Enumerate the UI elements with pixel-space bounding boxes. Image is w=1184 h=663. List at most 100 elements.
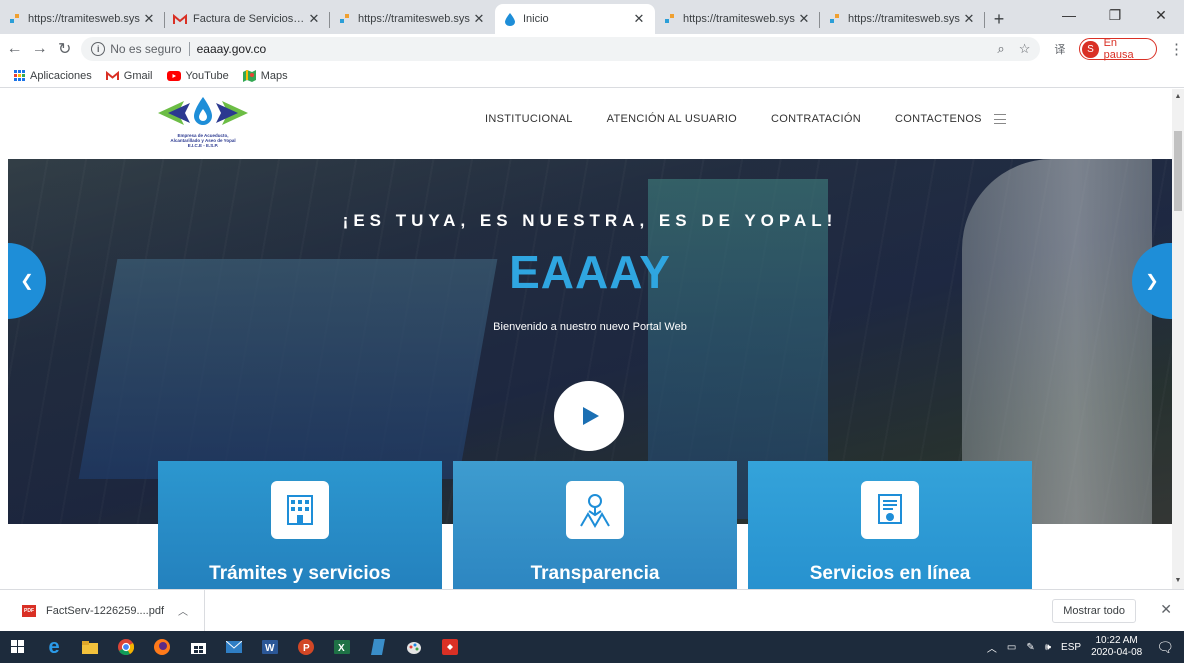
avatar: S xyxy=(1082,40,1099,58)
security-indicator[interactable]: No es seguro xyxy=(110,42,181,56)
word-icon[interactable]: W xyxy=(252,631,288,663)
scroll-down-icon[interactable]: ▼ xyxy=(1172,575,1184,587)
card-transparencia[interactable]: Transparencia xyxy=(453,461,737,589)
site-logo[interactable]: Empresa de Acueducto, Alcantarillado y A… xyxy=(148,95,258,155)
play-video-button[interactable] xyxy=(554,381,624,451)
notes-app-icon[interactable] xyxy=(360,631,396,663)
close-tab-icon[interactable]: ✕ xyxy=(471,11,487,27)
edge-icon[interactable]: e xyxy=(36,631,72,663)
page-viewport: Empresa de Acueducto, Alcantarillado y A… xyxy=(0,89,1172,589)
bookmark-star-icon[interactable]: ☆ xyxy=(1019,41,1031,57)
language-indicator[interactable]: ESP xyxy=(1061,642,1081,653)
bookmark-maps[interactable]: Maps xyxy=(242,69,288,82)
restore-icon[interactable]: ❐ xyxy=(1092,0,1138,30)
hero-welcome: Bienvenido a nuestro nuevo Portal Web xyxy=(493,321,687,333)
network-icon[interactable]: ▭ xyxy=(1007,642,1016,653)
nav-contratacion[interactable]: CONTRATACIÓN xyxy=(771,113,861,125)
building-icon xyxy=(271,481,329,539)
hero-brand: EAAAY xyxy=(509,246,671,298)
paint-icon[interactable] xyxy=(396,631,432,663)
notifications-icon[interactable]: 🗨 xyxy=(1156,639,1174,656)
address-bar[interactable]: i No es seguro eaaay.gov.co ⌕ ☆ xyxy=(81,37,1041,61)
svg-text:P: P xyxy=(303,643,310,654)
tab-strip: https://tramitesweb.sys ✕ Factura de Ser… xyxy=(0,0,1184,34)
translate-extension-icon[interactable]: 译 xyxy=(1054,41,1065,57)
url-text[interactable]: eaaay.gov.co xyxy=(197,42,267,56)
browser-tab[interactable]: Factura de Servicios Pu ✕ xyxy=(165,4,330,34)
bookmark-youtube[interactable]: YouTube xyxy=(166,69,229,82)
browser-tab-active[interactable]: Inicio ✕ xyxy=(495,4,655,34)
nav-contactenos[interactable]: CONTACTENOS xyxy=(895,113,982,125)
show-all-button[interactable]: Mostrar todo xyxy=(1052,599,1136,623)
scroll-up-icon[interactable]: ▲ xyxy=(1172,91,1184,103)
service-cards: Trámites y servicios Transparencia Servi… xyxy=(158,461,1032,589)
apps-grid-icon xyxy=(14,70,25,81)
chrome-icon[interactable] xyxy=(108,631,144,663)
browser-tab[interactable]: https://tramitesweb.sys ✕ xyxy=(330,4,495,34)
back-icon[interactable]: ← xyxy=(4,38,25,60)
close-tab-icon[interactable]: ✕ xyxy=(631,11,647,27)
chevron-up-icon[interactable]: ︿ xyxy=(178,603,188,618)
bookmark-label: Aplicaciones xyxy=(30,69,92,82)
mail-icon[interactable] xyxy=(216,631,252,663)
browser-tab[interactable]: https://tramitesweb.sys ✕ xyxy=(655,4,820,34)
windows-start-icon[interactable] xyxy=(0,631,36,663)
tramites-favicon-icon xyxy=(338,12,352,26)
gmail-icon xyxy=(173,12,187,26)
bookmark-label: YouTube xyxy=(185,69,229,82)
browser-tab[interactable]: https://tramitesweb.sys ✕ xyxy=(0,4,165,34)
close-window-icon[interactable]: ✕ xyxy=(1138,0,1184,30)
firefox-icon[interactable] xyxy=(144,631,180,663)
svg-text:W: W xyxy=(265,643,275,654)
chevron-up-icon[interactable]: ︿ xyxy=(987,640,997,655)
scroll-thumb[interactable] xyxy=(1174,131,1182,211)
clock-date: 2020-04-08 xyxy=(1091,647,1143,658)
profile-button[interactable]: S En pausa xyxy=(1079,37,1157,61)
tab-title: https://tramitesweb.sys xyxy=(28,13,140,25)
site-header: Empresa de Acueducto, Alcantarillado y A… xyxy=(0,89,1172,159)
profile-status: En pausa xyxy=(1103,37,1134,61)
browser-tab[interactable]: https://tramitesweb.sys ✕ xyxy=(820,4,985,34)
close-shelf-icon[interactable]: ✕ xyxy=(1160,601,1172,618)
download-filename: FactServ-1226259....pdf xyxy=(46,604,165,617)
page-scrollbar[interactable]: ▲ ▼ xyxy=(1172,89,1184,589)
new-tab-button[interactable]: + xyxy=(985,4,1013,34)
download-shelf: PDF FactServ-1226259....pdf ︿ Mostrar to… xyxy=(0,589,1184,632)
menu-icon[interactable]: ⋮ xyxy=(1169,40,1184,58)
card-tramites[interactable]: Trámites y servicios xyxy=(158,461,442,589)
close-tab-icon[interactable]: ✕ xyxy=(141,11,157,27)
reload-icon[interactable]: ↻ xyxy=(54,38,75,60)
bookmark-apps[interactable]: Aplicaciones xyxy=(14,70,92,82)
file-explorer-icon[interactable] xyxy=(72,631,108,663)
clock[interactable]: 10:22 AM 2020-04-08 xyxy=(1091,635,1142,659)
download-item[interactable]: PDF FactServ-1226259....pdf ︿ xyxy=(0,589,205,632)
card-servicios-en-linea[interactable]: Servicios en línea xyxy=(748,461,1032,589)
nav-institucional[interactable]: INSTITUCIONAL xyxy=(485,113,573,125)
certificate-icon xyxy=(861,481,919,539)
tab-title: https://tramitesweb.sys xyxy=(848,13,960,25)
window-controls: — ❐ ✕ xyxy=(1046,0,1184,30)
minimize-icon[interactable]: — xyxy=(1046,0,1092,30)
volume-icon[interactable]: 🕪 xyxy=(1045,642,1051,653)
close-tab-icon[interactable]: ✕ xyxy=(961,11,977,27)
forward-icon[interactable]: → xyxy=(29,38,50,60)
excel-icon[interactable]: X xyxy=(324,631,360,663)
bookmark-gmail[interactable]: Gmail xyxy=(105,70,153,82)
pen-icon[interactable]: ✎ xyxy=(1026,642,1034,653)
bookmark-label: Maps xyxy=(260,69,288,82)
nav-atencion-al-usuario[interactable]: ATENCIÓN AL USUARIO xyxy=(607,113,737,125)
powerpoint-icon[interactable]: P xyxy=(288,631,324,663)
info-icon[interactable]: i xyxy=(91,42,106,56)
logo-line: E.I.C.E - E.S.P. xyxy=(187,143,219,148)
close-tab-icon[interactable]: ✕ xyxy=(306,11,322,27)
close-tab-icon[interactable]: ✕ xyxy=(796,11,812,27)
zoom-icon[interactable]: ⌕ xyxy=(997,41,1004,57)
system-tray: ︿ ▭ ✎ 🕪 ESP 10:22 AM 2020-04-08 🗨 xyxy=(987,631,1184,663)
card-label: Servicios en línea xyxy=(809,563,971,584)
tramites-favicon-icon xyxy=(663,12,677,26)
remote-app-icon[interactable] xyxy=(432,631,468,663)
chevron-left-icon: ❮ xyxy=(20,273,34,290)
store-icon[interactable] xyxy=(180,631,216,663)
hamburger-menu-icon[interactable] xyxy=(993,114,1006,124)
tab-title: Factura de Servicios Pu xyxy=(193,13,306,25)
